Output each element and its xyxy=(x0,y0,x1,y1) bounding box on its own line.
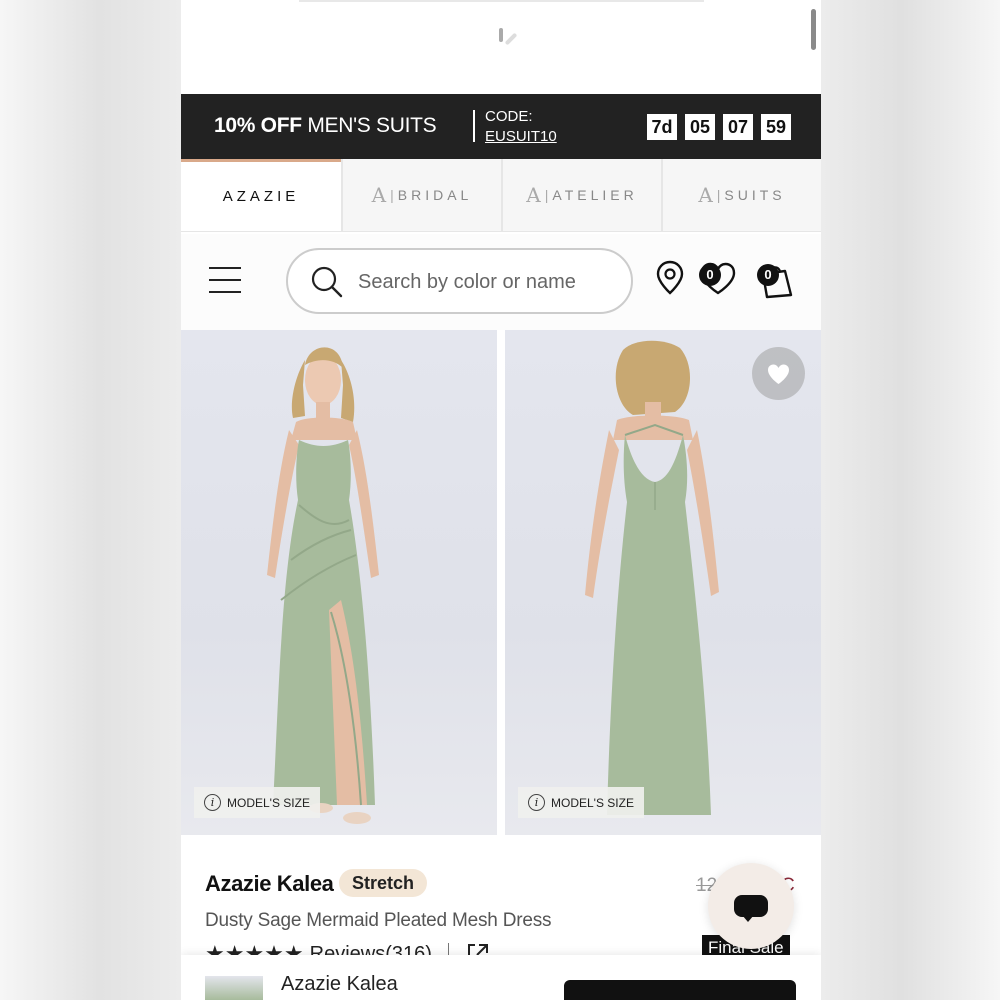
heart-icon xyxy=(768,364,789,384)
sticky-product-name: Azazie Kalea xyxy=(281,973,398,995)
promo-code-value[interactable]: EUSUIT10 xyxy=(485,127,557,147)
product-name: Dusty Sage Mermaid Pleated Mesh Dress xyxy=(205,910,552,931)
timer-days: 7d xyxy=(647,114,677,140)
add-to-bag-button[interactable] xyxy=(564,980,796,1000)
product-gallery: i MODEL'S SIZE i MODEL'S SIZE xyxy=(181,330,821,835)
azazie-logo-icon: A xyxy=(698,183,713,207)
promo-divider xyxy=(473,110,475,142)
search-input[interactable] xyxy=(358,268,618,296)
location-pin-icon[interactable] xyxy=(656,260,684,296)
product-thumbnail xyxy=(205,976,263,1000)
chat-button[interactable] xyxy=(708,863,794,949)
tab-label: ATELIER xyxy=(552,187,638,203)
tab-separator: | xyxy=(716,187,721,203)
product-image-back[interactable]: i MODEL'S SIZE xyxy=(505,330,821,835)
promo-code-label: CODE: xyxy=(485,108,533,125)
timer-minutes: 07 xyxy=(723,114,753,140)
product-brand: Azazie Kalea xyxy=(205,871,334,896)
tab-suits[interactable]: A | SUITS xyxy=(661,159,821,231)
stretch-badge: Stretch xyxy=(339,869,428,897)
wishlist-button[interactable]: 0 xyxy=(698,260,738,296)
loading-spinner-icon xyxy=(499,28,517,45)
promo-code: CODE: EUSUIT10 xyxy=(485,107,557,147)
product-image-front[interactable]: i MODEL'S SIZE xyxy=(181,330,497,835)
tab-azazie[interactable]: AZAZIE xyxy=(181,159,341,231)
promo-category: MEN'S SUITS xyxy=(307,114,437,137)
chat-bubble-tail xyxy=(742,915,754,922)
tab-separator: | xyxy=(544,187,549,203)
model-size-label: MODEL'S SIZE xyxy=(551,795,634,810)
site-header: 0 0 xyxy=(181,234,821,330)
countdown-timer: 7d 05 07 59 xyxy=(647,114,791,140)
model-back-illustration xyxy=(585,340,719,815)
promo-discount: 10% OFF xyxy=(214,114,302,137)
tab-label: SUITS xyxy=(724,187,786,203)
favorite-button[interactable] xyxy=(752,347,805,400)
cart-count-badge: 0 xyxy=(757,264,779,286)
model-size-button[interactable]: i MODEL'S SIZE xyxy=(194,787,320,818)
tab-label: AZAZIE xyxy=(222,188,300,205)
chat-bubble-icon xyxy=(734,895,768,917)
tab-separator: | xyxy=(390,187,394,203)
sticky-product-bar: Azazie Kalea xyxy=(181,955,821,1000)
hamburger-menu-icon[interactable] xyxy=(209,267,241,293)
model-size-label: MODEL'S SIZE xyxy=(227,795,310,810)
brand-tabs: AZAZIE A | BRIDAL A | ATELIER A | SUITS xyxy=(181,159,821,232)
top-divider xyxy=(299,0,704,2)
promo-banner[interactable]: 10% OFF MEN'S SUITS CODE: EUSUIT10 7d 05… xyxy=(181,94,821,159)
timer-seconds: 59 xyxy=(761,114,791,140)
model-front-illustration xyxy=(267,347,379,824)
promo-text: 10% OFF MEN'S SUITS xyxy=(214,114,437,138)
azazie-logo-icon: A xyxy=(526,183,541,207)
tab-bridal[interactable]: A | BRIDAL xyxy=(341,159,501,231)
search-bar[interactable] xyxy=(286,248,633,314)
model-size-button[interactable]: i MODEL'S SIZE xyxy=(518,787,644,818)
cart-button[interactable]: 0 xyxy=(755,260,795,300)
info-icon: i xyxy=(528,794,545,811)
search-icon xyxy=(311,266,343,298)
tab-label: BRIDAL xyxy=(397,187,473,203)
tab-atelier[interactable]: A | ATELIER xyxy=(501,159,661,231)
timer-hours: 05 xyxy=(685,114,715,140)
status-area xyxy=(181,0,821,94)
background-right xyxy=(821,0,1000,1000)
background-left xyxy=(0,0,181,1000)
azazie-logo-icon: A xyxy=(371,183,387,207)
info-icon: i xyxy=(204,794,221,811)
phone-screen: 10% OFF MEN'S SUITS CODE: EUSUIT10 7d 05… xyxy=(181,0,821,1000)
scrollbar[interactable] xyxy=(811,9,816,50)
wishlist-count-badge: 0 xyxy=(699,264,721,286)
